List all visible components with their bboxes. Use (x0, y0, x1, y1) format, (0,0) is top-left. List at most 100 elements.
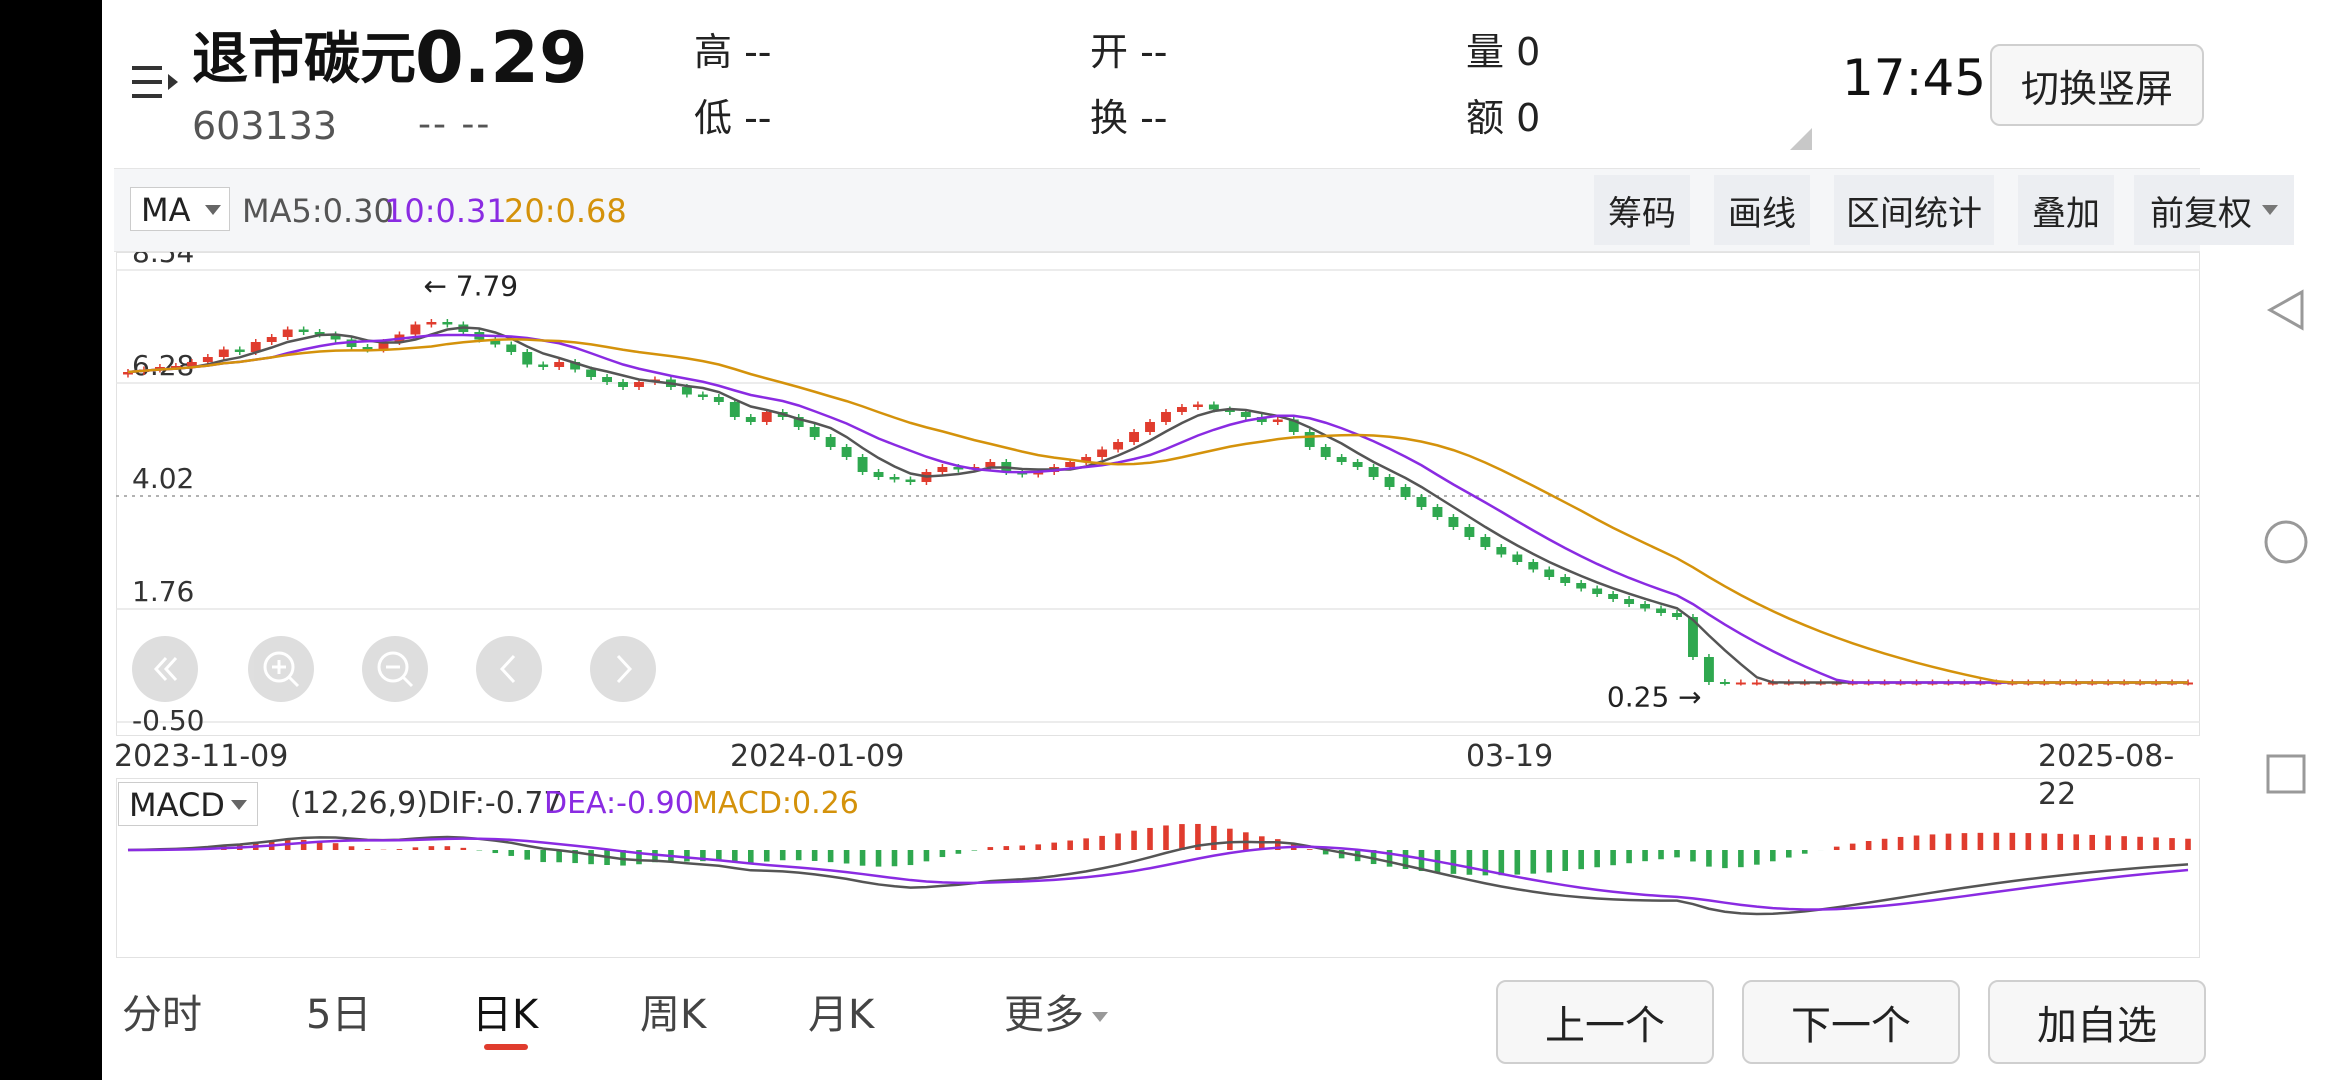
chevron-right-icon (616, 654, 633, 684)
chips-button[interactable]: 筹码 (1594, 175, 1690, 245)
candle-body (1592, 588, 1603, 594)
menu-icon[interactable] (130, 62, 182, 102)
candle-body (905, 479, 916, 482)
draw-line-button[interactable]: 画线 (1714, 175, 1810, 245)
candle-body (1719, 682, 1730, 684)
range-stats-button[interactable]: 区间统计 (1834, 175, 1994, 245)
y-tick-label: -0.50 (132, 704, 204, 736)
left-black-bar (0, 0, 102, 1080)
expand-corner-icon (1790, 128, 1812, 150)
macd-dea: DEA:-0.90 (544, 786, 694, 821)
recents-nav-icon[interactable] (2262, 750, 2310, 798)
candle-body (298, 329, 309, 332)
candle-body (729, 402, 740, 417)
candle-body (1703, 657, 1714, 682)
move-right-button[interactable] (590, 636, 656, 702)
candle-body (1272, 419, 1283, 422)
candle-body (1576, 583, 1587, 589)
low-value: 低 -- (694, 96, 772, 140)
candle-body (202, 357, 213, 362)
candle-body (1480, 537, 1491, 547)
tab-5day[interactable]: 5日 (306, 990, 371, 1040)
adjust-select-button[interactable]: 前复权 (2134, 175, 2294, 245)
candle-body (681, 387, 692, 395)
candle-body (522, 352, 533, 365)
chevron-down-icon (231, 800, 247, 810)
candle-body (1336, 457, 1347, 462)
scroll-to-start-button[interactable] (132, 636, 198, 702)
candle-body (1368, 467, 1379, 477)
tab-monthly-k[interactable]: 月K (808, 990, 874, 1040)
candle-body (1624, 599, 1635, 604)
stock-name: 退市碳元 (192, 27, 416, 92)
tab-more-label: 更多 (1004, 992, 1084, 1038)
date-start: 2023-11-09 (114, 739, 289, 774)
switch-portrait-button[interactable]: 切换竖屏 (1990, 44, 2204, 126)
candle-body (1735, 682, 1746, 685)
kline-chart[interactable]: 8.54 6.28 4.02 1.76 -0.50 ← 7.79 0.25 → (116, 252, 2200, 736)
macd-indicator-select[interactable]: MACD (118, 782, 258, 826)
candle-body (1065, 462, 1076, 467)
stock-app: 退市碳元 0.29 603133 -- -- 高 -- 低 -- 开 -- 换 … (102, 0, 2294, 1080)
amount-value: 额 0 (1466, 96, 1541, 140)
candle-body (442, 322, 453, 325)
zoom-in-icon (263, 651, 300, 688)
candle-body (1544, 569, 1555, 577)
high-marker-label: ← 7.79 (423, 270, 518, 303)
candle-body (634, 382, 644, 387)
low-marker-label: 0.25 → (1607, 681, 1702, 714)
candle-body (282, 329, 293, 337)
candle-body (1528, 562, 1539, 570)
add-watchlist-button[interactable]: 加自选 (1988, 980, 2206, 1064)
back-nav-icon[interactable] (2262, 286, 2310, 334)
candle-body (1384, 477, 1395, 487)
candle-body (586, 369, 597, 377)
candle-body (873, 472, 884, 477)
ma20-value: 20:0.68 (504, 192, 627, 230)
candle-body (1177, 407, 1187, 412)
zoom-in-button[interactable] (248, 636, 314, 702)
ma-indicator-select[interactable]: MA (130, 187, 230, 231)
macd-dif: (12,26,9)DIF:-0.77 (290, 786, 563, 821)
candle-body (857, 457, 868, 472)
double-chevron-left-icon (153, 656, 178, 682)
candle-body (1656, 608, 1666, 613)
candle-body (1496, 547, 1507, 555)
move-left-button[interactable] (476, 636, 542, 702)
ma-select-label: MA (141, 191, 191, 229)
candle-body (602, 377, 613, 382)
candle-body (1672, 613, 1682, 617)
candle-body (426, 322, 437, 325)
chevron-down-icon (1092, 1012, 1108, 1022)
candle-body (1448, 517, 1459, 527)
candle-body (745, 417, 756, 422)
macd-select-label: MACD (129, 786, 225, 824)
candle-body (234, 349, 245, 352)
volume-value: 量 0 (1466, 30, 1541, 74)
y-tick-label: 1.76 (132, 575, 194, 608)
turnover-value: 换 -- (1090, 96, 1168, 140)
candle-body (1464, 527, 1475, 537)
zoom-out-button[interactable] (362, 636, 428, 702)
candle-body (1240, 412, 1251, 417)
stock-price: 0.29 (415, 17, 588, 99)
tab-weekly-k[interactable]: 周K (640, 990, 706, 1040)
clock-time: 17:45 (1842, 49, 1987, 107)
ma20-line (127, 337, 2189, 684)
open-value: 开 -- (1090, 30, 1168, 74)
chevron-down-icon (2262, 205, 2278, 215)
candle-body (1113, 442, 1124, 450)
tab-daily-k[interactable]: 日K (472, 990, 538, 1040)
home-nav-icon[interactable] (2262, 518, 2310, 566)
y-tick-label: 4.02 (132, 462, 194, 495)
candle-body (713, 397, 724, 402)
previous-stock-button[interactable]: 上一个 (1496, 980, 1714, 1064)
tab-more[interactable]: 更多 (1004, 990, 1108, 1040)
next-stock-button[interactable]: 下一个 (1742, 980, 1960, 1064)
chevron-down-icon (205, 205, 221, 215)
overlay-button[interactable]: 叠加 (2018, 175, 2114, 245)
tab-intraday[interactable]: 分时 (122, 990, 202, 1040)
candle-body (1097, 449, 1108, 457)
candle-body (1161, 412, 1171, 422)
candle-body (1129, 432, 1139, 442)
